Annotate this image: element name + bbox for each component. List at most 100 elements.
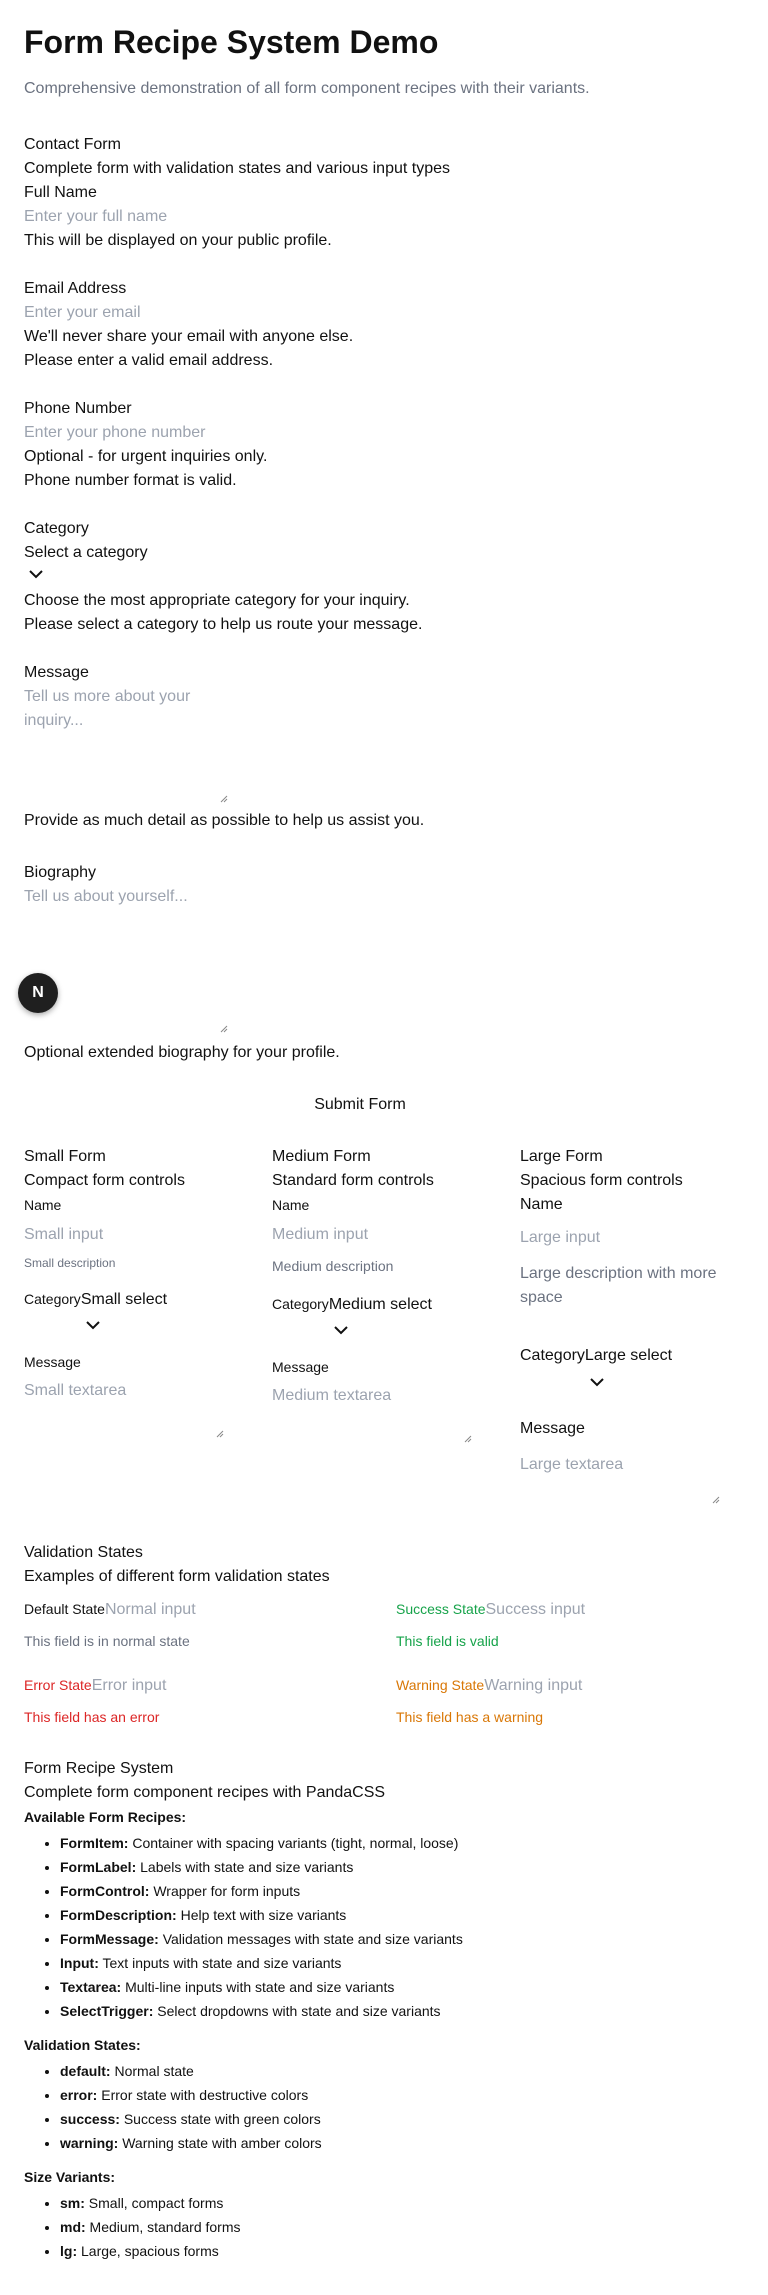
list-item: FormDescription: Help text with size var… bbox=[60, 1903, 724, 1927]
large-form-title: Large Form bbox=[520, 1148, 603, 1165]
phone-input[interactable]: Enter your phone number bbox=[24, 421, 205, 445]
default-state-message: This field is in normal state bbox=[24, 1633, 190, 1649]
list-item: md: Medium, standard forms bbox=[60, 2215, 724, 2239]
page-title: Form Recipe System Demo bbox=[24, 24, 439, 60]
phone-label: Phone Number bbox=[24, 400, 132, 417]
email-input[interactable]: Enter your email bbox=[24, 301, 141, 325]
large-input[interactable]: Large input bbox=[520, 1226, 744, 1250]
success-state-input[interactable]: Success input bbox=[486, 1601, 586, 1618]
large-name-label: Name bbox=[520, 1196, 563, 1213]
resize-handle-icon[interactable] bbox=[462, 1433, 472, 1443]
large-category-row: CategoryLarge select bbox=[520, 1347, 672, 1365]
list-item: sm: Small, compact forms bbox=[60, 2191, 724, 2215]
list-item: SelectTrigger: Select dropdowns with sta… bbox=[60, 1999, 724, 2023]
biography-placeholder: Tell us about yourself... bbox=[24, 888, 188, 905]
large-textarea[interactable]: Large textarea bbox=[520, 1456, 720, 1504]
warning-state-row: Warning StateWarning input bbox=[396, 1677, 582, 1695]
page-subtitle: Comprehensive demonstration of all form … bbox=[24, 80, 590, 97]
list-item: Input: Text inputs with state and size v… bbox=[60, 1951, 724, 1975]
biography-description: Optional extended biography for your pro… bbox=[24, 1044, 340, 1061]
small-input[interactable]: Small input bbox=[24, 1225, 234, 1245]
resize-handle-icon[interactable] bbox=[218, 793, 228, 803]
validation-title: Validation States bbox=[24, 1544, 143, 1561]
nextjs-badge-button[interactable]: N bbox=[18, 973, 58, 1013]
message-placeholder-line1: Tell us more about your bbox=[24, 688, 191, 705]
small-category-label: Category bbox=[24, 1291, 81, 1307]
full-name-label: Full Name bbox=[24, 184, 97, 201]
success-state-message: This field is valid bbox=[396, 1633, 499, 1649]
error-state-message: This field has an error bbox=[24, 1709, 160, 1725]
chevron-down-icon[interactable] bbox=[590, 1377, 604, 1389]
medium-category-row: CategoryMedium select bbox=[272, 1296, 432, 1314]
resize-handle-icon[interactable] bbox=[710, 1494, 720, 1504]
medium-form-description: Standard form controls bbox=[272, 1172, 434, 1189]
recipes-body: Available Form Recipes: FormItem: Contai… bbox=[24, 1807, 724, 2263]
list-item: default: Normal state bbox=[60, 2059, 724, 2083]
medium-message-label: Message bbox=[272, 1359, 329, 1375]
validation-states-heading: Validation States: bbox=[24, 2037, 141, 2053]
full-name-description: This will be displayed on your public pr… bbox=[24, 232, 332, 249]
small-form-help: Small description bbox=[24, 1256, 116, 1270]
chevron-down-icon[interactable] bbox=[29, 569, 43, 581]
resize-handle-icon[interactable] bbox=[218, 1023, 228, 1033]
small-form: Small Form Compact form controls Name Sm… bbox=[24, 1145, 234, 1271]
n-logo-icon: N bbox=[32, 984, 44, 1001]
list-item: FormItem: Container with spacing variant… bbox=[60, 1831, 724, 1855]
category-select[interactable]: Select a category bbox=[24, 541, 148, 565]
phone-message: Phone number format is valid. bbox=[24, 472, 237, 489]
small-form-title: Small Form bbox=[24, 1148, 106, 1165]
medium-name-label: Name bbox=[272, 1197, 310, 1213]
category-message: Please select a category to help us rout… bbox=[24, 616, 423, 633]
warning-state-input[interactable]: Warning input bbox=[484, 1677, 582, 1694]
large-form-description: Spacious form controls bbox=[520, 1172, 683, 1189]
category-description: Choose the most appropriate category for… bbox=[24, 592, 410, 609]
default-state-input[interactable]: Normal input bbox=[105, 1601, 196, 1618]
list-item: FormMessage: Validation messages with st… bbox=[60, 1927, 724, 1951]
submit-button[interactable]: Submit Form bbox=[0, 1093, 720, 1117]
error-state-label: Error State bbox=[24, 1677, 92, 1693]
size-variants-heading: Size Variants: bbox=[24, 2169, 116, 2185]
default-state-label: Default State bbox=[24, 1601, 105, 1617]
recipes-title: Form Recipe System bbox=[24, 1760, 174, 1777]
size-variants-list: sm: Small, compact forms md: Medium, sta… bbox=[24, 2191, 724, 2263]
large-textarea-placeholder: Large textarea bbox=[520, 1456, 624, 1473]
email-description: We'll never share your email with anyone… bbox=[24, 328, 354, 345]
resize-handle-icon[interactable] bbox=[214, 1428, 224, 1438]
validation-states-list: default: Normal state error: Error state… bbox=[24, 2059, 724, 2155]
message-textarea[interactable]: Tell us more about your inquiry... bbox=[24, 685, 228, 803]
warning-state-label: Warning State bbox=[396, 1677, 485, 1693]
chevron-down-icon[interactable] bbox=[334, 1325, 348, 1337]
medium-select[interactable]: Medium select bbox=[329, 1296, 432, 1313]
medium-textarea[interactable]: Medium textarea bbox=[272, 1387, 472, 1443]
small-textarea-placeholder: Small textarea bbox=[24, 1382, 127, 1399]
error-state-row: Error StateError input bbox=[24, 1677, 166, 1695]
success-state-label: Success State bbox=[396, 1601, 486, 1617]
contact-form-description: Complete form with validation states and… bbox=[24, 160, 450, 177]
validation-description: Examples of different form validation st… bbox=[24, 1568, 330, 1585]
list-item: warning: Warning state with amber colors bbox=[60, 2131, 724, 2155]
list-item: success: Success state with green colors bbox=[60, 2107, 724, 2131]
small-category-row: CategorySmall select bbox=[24, 1291, 167, 1309]
message-label: Message bbox=[24, 664, 89, 681]
contact-form-title: Contact Form bbox=[24, 136, 121, 153]
small-message-label: Message bbox=[24, 1354, 81, 1370]
email-label: Email Address bbox=[24, 280, 127, 297]
small-textarea[interactable]: Small textarea bbox=[24, 1382, 224, 1438]
medium-form: Medium Form Standard form controls Name … bbox=[272, 1145, 482, 1276]
medium-category-label: Category bbox=[272, 1296, 329, 1312]
error-state-input[interactable]: Error input bbox=[92, 1677, 167, 1694]
biography-label: Biography bbox=[24, 864, 97, 881]
large-select[interactable]: Large select bbox=[585, 1347, 672, 1364]
biography-textarea[interactable]: Tell us about yourself... bbox=[24, 885, 228, 1033]
small-name-label: Name bbox=[24, 1197, 62, 1213]
full-name-input[interactable]: Enter your full name bbox=[24, 205, 167, 229]
success-state-row: Success StateSuccess input bbox=[396, 1601, 585, 1619]
large-form-help-line2: space bbox=[520, 1289, 563, 1306]
list-item: Textarea: Multi-line inputs with state a… bbox=[60, 1975, 724, 1999]
warning-state-message: This field has a warning bbox=[396, 1709, 544, 1725]
chevron-down-icon[interactable] bbox=[86, 1320, 100, 1332]
small-form-description: Compact form controls bbox=[24, 1172, 185, 1189]
large-message-label: Message bbox=[520, 1420, 585, 1437]
medium-input[interactable]: Medium input bbox=[272, 1225, 482, 1245]
small-select[interactable]: Small select bbox=[81, 1291, 167, 1308]
